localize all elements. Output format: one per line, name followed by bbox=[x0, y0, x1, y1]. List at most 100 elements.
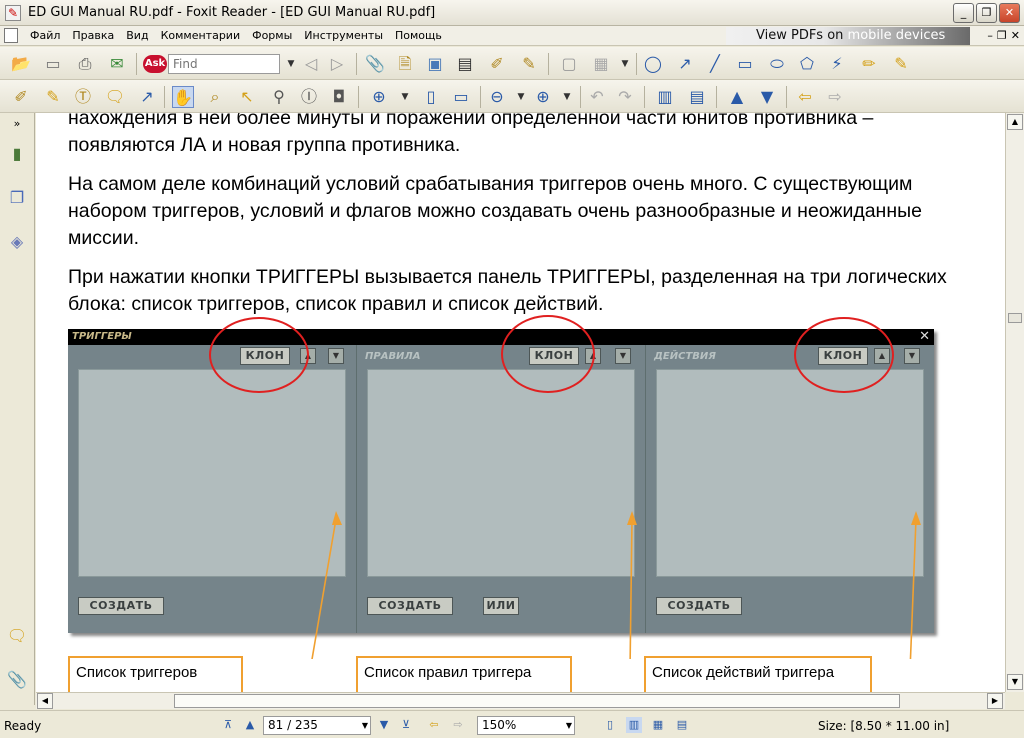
next-page-icon[interactable]: ▼ bbox=[376, 717, 392, 733]
ad-banner[interactable]: View PDFs on mobile devices bbox=[726, 27, 970, 45]
ask-logo[interactable]: Ask bbox=[143, 55, 167, 73]
horizontal-scroll-thumb[interactable] bbox=[174, 694, 900, 708]
back-icon[interactable]: ⇦ bbox=[794, 86, 816, 108]
scroll-up-button[interactable]: ▲ bbox=[1007, 114, 1023, 130]
vertical-scroll-thumb[interactable] bbox=[1008, 313, 1022, 323]
find-next-icon[interactable]: ▷ bbox=[326, 53, 348, 75]
pencil-tool-icon[interactable]: ✏ bbox=[858, 53, 880, 75]
file-attach-icon[interactable]: 🗎 bbox=[394, 53, 416, 75]
doc-close-button[interactable]: ✕ bbox=[1011, 29, 1020, 42]
loupe-tool-icon[interactable]: ⌕ bbox=[204, 86, 226, 108]
close-button[interactable]: ✕ bbox=[999, 3, 1020, 23]
binoculars-icon[interactable]: ⚲ bbox=[268, 86, 290, 108]
movie-icon[interactable]: ▤ bbox=[454, 53, 476, 75]
image-icon[interactable]: ▣ bbox=[424, 53, 446, 75]
single-page-view-icon[interactable]: ▯ bbox=[602, 717, 618, 733]
previous-page-icon[interactable]: ▲ bbox=[726, 86, 748, 108]
scroll-left-button[interactable]: ◀ bbox=[37, 693, 53, 709]
zoom-out-dropdown-icon[interactable]: ▼ bbox=[510, 86, 532, 108]
continuous-facing-view-icon[interactable]: ▤ bbox=[674, 717, 690, 733]
fit-width-icon[interactable]: ▭ bbox=[450, 86, 472, 108]
highlight-text-icon[interactable]: ✐ bbox=[10, 86, 32, 108]
zoom-in-icon[interactable]: ⊕ bbox=[532, 86, 554, 108]
pages-icon[interactable]: ❐ bbox=[6, 187, 28, 209]
forward-icon[interactable]: ⇨ bbox=[824, 86, 846, 108]
next-page-icon[interactable]: ▼ bbox=[756, 86, 778, 108]
next-view-icon[interactable]: ⇨ bbox=[450, 717, 466, 733]
find-previous-icon[interactable]: ◁ bbox=[300, 53, 322, 75]
layers-icon[interactable]: ◈ bbox=[6, 231, 28, 253]
callout-arrow-icon[interactable]: ↗ bbox=[136, 86, 158, 108]
typewriter-icon[interactable]: ✎ bbox=[518, 53, 540, 75]
expand-panel-icon[interactable]: » bbox=[6, 113, 28, 135]
page-number-field[interactable]: 81 / 235 ▼ bbox=[263, 716, 371, 735]
zoom-dropdown-icon[interactable]: ▼ bbox=[394, 86, 416, 108]
eraser-tool-icon[interactable]: ✎ bbox=[890, 53, 912, 75]
edit-icon[interactable]: ✐ bbox=[486, 53, 508, 75]
arrow-tool-icon[interactable]: ↗ bbox=[674, 53, 696, 75]
menu-help[interactable]: Помощь bbox=[389, 29, 448, 42]
line-tool-icon[interactable]: ╱ bbox=[704, 53, 726, 75]
minimize-button[interactable]: _ bbox=[953, 3, 974, 23]
menu-tools[interactable]: Инструменты bbox=[298, 29, 389, 42]
menu-forms[interactable]: Формы bbox=[246, 29, 298, 42]
hand-tool-icon[interactable]: ✋ bbox=[172, 86, 194, 108]
continuous-page-icon[interactable]: ▥ bbox=[654, 86, 676, 108]
open-folder-icon[interactable]: 📂 bbox=[10, 53, 32, 75]
document-icon[interactable] bbox=[4, 28, 18, 43]
underline-text-icon[interactable]: ✎ bbox=[42, 86, 64, 108]
first-page-icon[interactable]: ⊼ bbox=[220, 717, 236, 733]
note-icon[interactable]: ▢ bbox=[558, 53, 580, 75]
facing-page-icon[interactable]: ▤ bbox=[686, 86, 708, 108]
horizontal-scrollbar[interactable]: ◀ ▶ bbox=[36, 692, 1005, 709]
maximize-button[interactable]: ❐ bbox=[976, 3, 997, 23]
continuous-view-icon[interactable]: ▥ bbox=[626, 717, 642, 733]
doc-minimize-button[interactable]: – bbox=[987, 29, 993, 42]
separator bbox=[786, 86, 787, 108]
scroll-down-button[interactable]: ▼ bbox=[1007, 674, 1023, 690]
document-view[interactable]: нахождения в ней более минуты и поражени… bbox=[36, 113, 1005, 692]
rotate-left-icon[interactable]: ↶ bbox=[586, 86, 608, 108]
zoom-level-dropdown-icon[interactable]: ▼ bbox=[566, 717, 572, 734]
menu-comments[interactable]: Комментарии bbox=[155, 29, 247, 42]
comments-panel-icon[interactable]: 🗨 bbox=[6, 625, 28, 647]
circle-tool-icon[interactable]: ◯ bbox=[642, 53, 664, 75]
last-page-icon[interactable]: ⊻ bbox=[398, 717, 414, 733]
rotate-right-icon[interactable]: ↷ bbox=[614, 86, 636, 108]
pattern-dropdown-icon[interactable]: ▼ bbox=[614, 53, 636, 75]
ellipse-tool-icon[interactable]: ⬭ bbox=[766, 53, 788, 75]
page-dropdown-icon[interactable]: ▼ bbox=[362, 717, 368, 734]
pattern-icon[interactable]: ▦ bbox=[590, 53, 612, 75]
zoom-in-tool-icon[interactable]: ⊕ bbox=[368, 86, 390, 108]
snapshot-icon[interactable]: ◘ bbox=[328, 86, 350, 108]
attachment-icon[interactable]: 📎 bbox=[364, 53, 386, 75]
zoom-in-dropdown-icon[interactable]: ▼ bbox=[556, 86, 578, 108]
select-text-icon[interactable]: Ⓘ bbox=[298, 86, 320, 108]
menu-edit[interactable]: Правка bbox=[66, 29, 120, 42]
zoom-out-icon[interactable]: ⊖ bbox=[486, 86, 508, 108]
zoom-level-field[interactable]: 150% ▼ bbox=[477, 716, 575, 735]
vertical-scrollbar[interactable]: ▲ ▼ bbox=[1005, 113, 1024, 692]
facing-view-icon[interactable]: ▦ bbox=[650, 717, 666, 733]
bookmarks-icon[interactable]: ▮ bbox=[6, 143, 28, 165]
comment-icon[interactable]: 🗨 bbox=[104, 86, 126, 108]
save-icon[interactable]: ▭ bbox=[42, 53, 64, 75]
find-input[interactable] bbox=[169, 55, 279, 73]
prev-page-icon[interactable]: ▲ bbox=[242, 717, 258, 733]
polygon-tool-icon[interactable]: ⬠ bbox=[796, 53, 818, 75]
textbox-icon[interactable]: Ⓣ bbox=[72, 86, 94, 108]
rectangle-tool-icon[interactable]: ▭ bbox=[734, 53, 756, 75]
fit-page-icon[interactable]: ▯ bbox=[420, 86, 442, 108]
menu-view[interactable]: Вид bbox=[120, 29, 154, 42]
menu-file[interactable]: Файл bbox=[24, 29, 66, 42]
find-dropdown-icon[interactable]: ▼ bbox=[280, 53, 302, 75]
attachments-panel-icon[interactable]: 📎 bbox=[6, 669, 28, 691]
scroll-right-button[interactable]: ▶ bbox=[987, 693, 1003, 709]
previous-view-icon[interactable]: ⇦ bbox=[426, 717, 442, 733]
select-tool-icon[interactable]: ↖ bbox=[236, 86, 258, 108]
print-icon[interactable]: ⎙ bbox=[74, 53, 96, 75]
doc-restore-button[interactable]: ❐ bbox=[997, 29, 1007, 42]
foxit-app-icon[interactable]: ✎ bbox=[5, 5, 21, 21]
email-icon[interactable]: ✉ bbox=[106, 53, 128, 75]
polyline-tool-icon[interactable]: ⚡ bbox=[826, 53, 848, 75]
